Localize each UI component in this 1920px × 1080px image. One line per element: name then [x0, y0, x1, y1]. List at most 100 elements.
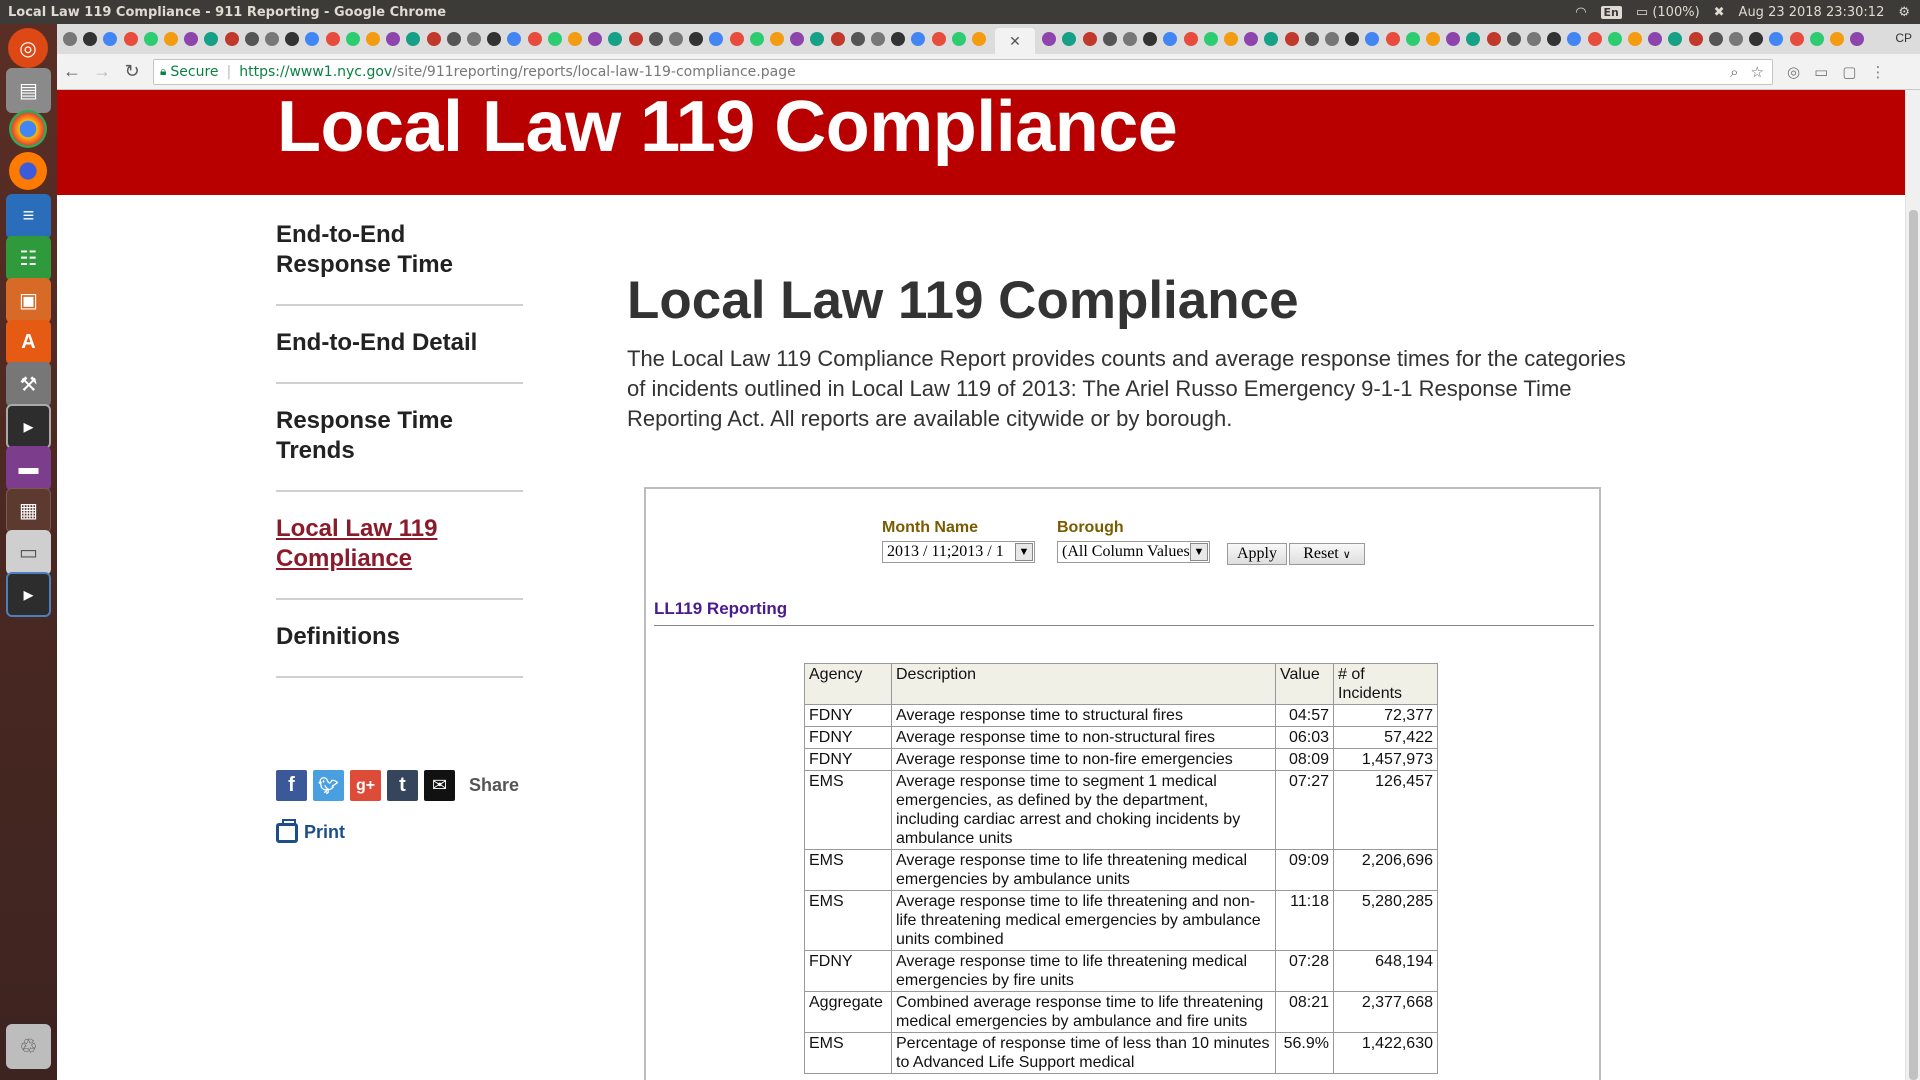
tab-favicon-icon[interactable] — [345, 32, 360, 46]
tab-favicon-icon[interactable] — [1325, 32, 1339, 46]
reset-button[interactable]: Reset ∨ — [1289, 543, 1365, 565]
firefox-icon[interactable] — [9, 152, 47, 190]
keyboard-indicator[interactable]: En — [1600, 5, 1622, 19]
ubuntu-dash-icon[interactable]: ◎ — [8, 28, 48, 68]
cast-icon[interactable]: ▭ — [1814, 63, 1828, 81]
menu-icon[interactable]: ⋮ — [1870, 63, 1885, 81]
tab-favicon-icon[interactable] — [648, 32, 663, 46]
tab-favicon-icon[interactable] — [547, 32, 562, 46]
tab-favicon-icon[interactable] — [204, 32, 219, 46]
forward-arrow-icon[interactable]: → — [87, 57, 117, 87]
bookmark-star-icon[interactable]: ☆ — [1751, 63, 1764, 81]
tab-favicon-icon[interactable] — [1486, 32, 1501, 46]
chevron-down-icon[interactable]: ▼ — [1190, 543, 1208, 561]
tab-favicon-icon[interactable] — [850, 32, 865, 46]
tab-favicon-icon[interactable] — [1809, 32, 1824, 46]
tab-favicon-icon[interactable] — [1062, 32, 1077, 46]
nav-item-local-law-119-compliance[interactable]: Local Law 119 Compliance — [276, 492, 523, 600]
tab-favicon-icon[interactable] — [729, 32, 744, 46]
tab-favicon-icon[interactable] — [1042, 32, 1057, 46]
settings-icon[interactable]: ⚒ — [6, 362, 51, 407]
tab-favicon-icon[interactable] — [1607, 32, 1622, 46]
tab-favicon-icon[interactable] — [568, 32, 582, 46]
email-icon[interactable]: ✉ — [424, 770, 455, 801]
tab-favicon-icon[interactable] — [1830, 32, 1844, 46]
tab-favicon-icon[interactable] — [628, 32, 643, 46]
tab-favicon-icon[interactable] — [1183, 32, 1198, 46]
tab-favicon-icon[interactable] — [1203, 32, 1218, 46]
tab-favicon-icon[interactable] — [83, 32, 98, 46]
tab-favicon-icon[interactable] — [1082, 32, 1097, 46]
calc-icon[interactable]: ☷ — [6, 236, 51, 281]
terminal-icon[interactable]: ▸ — [6, 404, 51, 449]
tab-favicon-icon[interactable] — [103, 32, 118, 46]
tab-favicon-icon[interactable] — [507, 32, 522, 46]
column-header-description[interactable]: Description — [891, 663, 1276, 705]
scrollbar-thumb[interactable] — [1909, 210, 1918, 1080]
tab-favicon-icon[interactable] — [931, 32, 946, 46]
nav-item-end-to-end-detail[interactable]: End-to-End Detail — [276, 306, 523, 384]
tab-favicon-icon[interactable] — [1708, 32, 1723, 46]
twitter-icon[interactable]: 🐦︎ — [313, 770, 344, 801]
tab-favicon-icon[interactable] — [1850, 32, 1865, 46]
tab-favicon-icon[interactable] — [1628, 32, 1642, 46]
tab-favicon-icon[interactable] — [325, 32, 340, 46]
tab-favicon-icon[interactable] — [1102, 32, 1117, 46]
files-icon[interactable]: ▤ — [6, 68, 51, 113]
tab-favicon-icon[interactable] — [143, 32, 158, 46]
tab-favicon-icon[interactable] — [972, 32, 986, 46]
tab-favicon-icon[interactable] — [1264, 32, 1279, 46]
tab-favicon-icon[interactable] — [810, 32, 825, 46]
tab-favicon-icon[interactable] — [1385, 32, 1400, 46]
tab-favicon-icon[interactable] — [1123, 32, 1137, 46]
tab-favicon-icon[interactable] — [709, 32, 724, 46]
tab-favicon-icon[interactable] — [951, 32, 966, 46]
tab-favicon-icon[interactable] — [770, 32, 784, 46]
tab-favicon-icon[interactable] — [224, 32, 239, 46]
tab-favicon-icon[interactable] — [1365, 32, 1380, 46]
tab-favicon-icon[interactable] — [285, 32, 300, 46]
impress-icon[interactable]: ▣ — [6, 278, 51, 323]
reload-icon[interactable]: ↻ — [117, 57, 147, 87]
tab-favicon-icon[interactable] — [891, 32, 906, 46]
tab-favicon-icon[interactable] — [265, 32, 279, 46]
nav-item-definitions[interactable]: Definitions — [276, 600, 523, 678]
tab-favicon-icon[interactable] — [1466, 32, 1481, 46]
facebook-icon[interactable]: f — [276, 770, 307, 801]
tab-favicon-icon[interactable] — [1729, 32, 1743, 46]
writer-icon[interactable]: ≡ — [6, 194, 51, 239]
tab-favicon-icon[interactable] — [1547, 32, 1562, 46]
page-scrollbar[interactable] — [1905, 90, 1920, 1080]
tab-favicon-icon[interactable] — [1789, 32, 1804, 46]
battery-indicator[interactable]: ▭ (100%) — [1636, 5, 1700, 20]
column-header-incidents[interactable]: # of Incidents — [1333, 663, 1438, 705]
tab-favicon-icon[interactable] — [1244, 32, 1259, 46]
tab-favicon-icon[interactable] — [386, 32, 401, 46]
nav-item-end-to-end-response-time[interactable]: End-to-End Response Time — [276, 220, 523, 306]
tab-favicon-icon[interactable] — [487, 32, 502, 46]
tab-favicon-icon[interactable] — [1506, 32, 1521, 46]
month-select[interactable]: 2013 / 11;2013 / 1 ▼ — [882, 541, 1035, 563]
share-label[interactable]: Share — [469, 775, 519, 796]
tab-favicon-icon[interactable] — [1304, 32, 1319, 46]
tab-favicon-icon[interactable] — [1224, 32, 1238, 46]
tab-favicon-icon[interactable] — [244, 32, 259, 46]
apply-button[interactable]: Apply — [1227, 543, 1287, 565]
tab-favicon-icon[interactable] — [871, 32, 885, 46]
tab-favicon-icon[interactable] — [1749, 32, 1764, 46]
tab-favicon-icon[interactable] — [1769, 32, 1784, 46]
tab-favicon-icon[interactable] — [1688, 32, 1703, 46]
profile-label[interactable]: CP — [1895, 31, 1912, 45]
print-link[interactable]: Print — [276, 818, 345, 843]
tab-favicon-icon[interactable] — [426, 32, 441, 46]
tab-favicon-icon[interactable] — [1668, 32, 1683, 46]
terminal-2-icon[interactable]: ▸ — [6, 572, 51, 617]
tab-favicon-icon[interactable] — [1405, 32, 1420, 46]
tab-favicon-icon[interactable] — [669, 32, 683, 46]
tab-favicon-icon[interactable] — [1567, 32, 1582, 46]
workspace-icon[interactable]: ▦ — [6, 488, 51, 533]
zoom-icon[interactable]: ⌕ — [1730, 63, 1738, 81]
tumblr-icon[interactable]: t — [387, 770, 418, 801]
tab-favicon-icon[interactable] — [366, 32, 380, 46]
clock[interactable]: Aug 23 2018 23:30:12 — [1739, 5, 1885, 20]
